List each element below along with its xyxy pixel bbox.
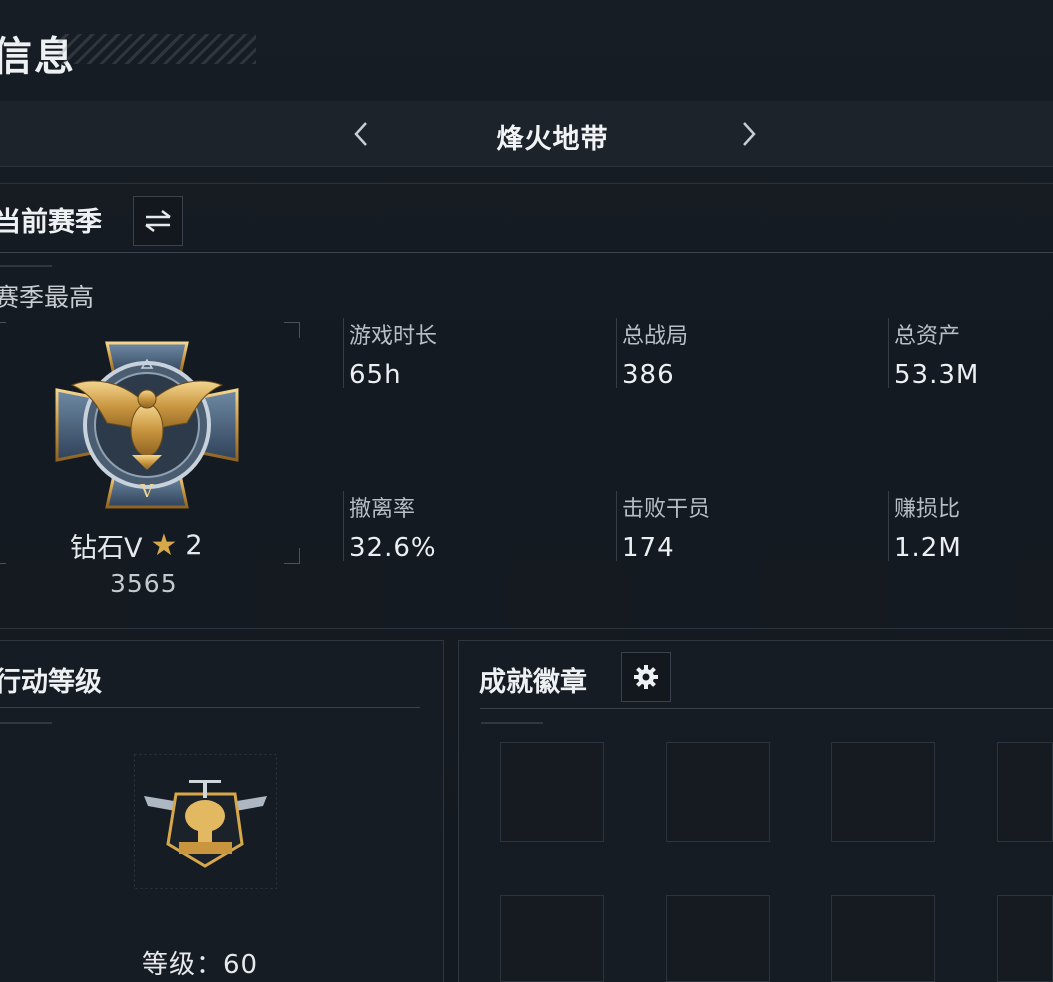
stat-play-time: 游戏时长 65h (343, 318, 543, 408)
decor-line (0, 265, 52, 267)
badge-slot[interactable] (831, 742, 935, 842)
stat-value: 1.2M (894, 533, 962, 563)
season-title: 当前赛季 (0, 207, 102, 238)
stat-label: 总战局 (622, 324, 689, 349)
badge-slot[interactable] (666, 742, 770, 842)
gear-icon (634, 665, 658, 689)
decor-line (0, 722, 52, 724)
mode-selector: 烽火地带 (0, 101, 1053, 167)
rank-title: 钻石V (70, 533, 143, 564)
stat-label: 游戏时长 (349, 324, 438, 349)
panel-divider (480, 708, 1053, 709)
stat-operators-defeated: 击败干员 174 (616, 491, 816, 581)
operation-level-value: 等级：60 (142, 950, 259, 980)
mode-name: 烽火地带 (496, 124, 609, 155)
stat-label: 撤离率 (349, 497, 416, 522)
panel-divider (0, 707, 420, 708)
stat-value: 32.6% (349, 533, 437, 563)
badge-slot[interactable] (500, 895, 604, 982)
badge-slot[interactable] (997, 742, 1053, 842)
achievement-settings-button[interactable] (621, 652, 671, 702)
rank-emblem-icon: V (55, 341, 239, 509)
chevron-right-icon (743, 122, 756, 146)
badge-slot[interactable] (831, 895, 935, 982)
badge-slot[interactable] (997, 895, 1053, 982)
stat-extraction-rate: 撤离率 32.6% (343, 491, 543, 581)
badge-slot[interactable] (666, 895, 770, 982)
star-icon: ★ (150, 528, 178, 563)
season-high-label: 赛季最高 (0, 283, 95, 312)
badge-slot[interactable] (500, 742, 604, 842)
stat-total-assets: 总资产 53.3M (888, 318, 1053, 408)
swap-icon (145, 210, 171, 232)
helicopter-badge-icon (134, 754, 277, 889)
rank-stars: 2 (185, 530, 203, 561)
switch-season-button[interactable] (133, 196, 183, 246)
profile-screen: 信息 烽火地带 当前赛季 赛季最高 V 钻石V ★ 2 3565 游戏时长 65… (0, 0, 1053, 982)
stat-label: 赚损比 (894, 497, 961, 522)
stat-total-matches: 总战局 386 (616, 318, 816, 408)
stat-value: 174 (622, 533, 675, 563)
stat-label: 总资产 (894, 324, 961, 349)
rank-name: 钻石V ★ 2 (70, 526, 203, 565)
stat-profit-loss: 赚损比 1.2M (888, 491, 1053, 581)
stat-value: 386 (622, 360, 675, 390)
achievements-title: 成就徽章 (479, 667, 587, 698)
operation-level-title: 行动等级 (0, 667, 102, 698)
next-mode-button[interactable] (734, 115, 764, 153)
stat-value: 53.3M (894, 360, 980, 390)
stat-value: 65h (349, 360, 402, 390)
rank-score: 3565 (110, 569, 178, 598)
season-divider (0, 252, 1053, 253)
stat-label: 击败干员 (622, 497, 711, 522)
decor-line (481, 722, 543, 724)
title-decoration (58, 34, 256, 64)
svg-text:V: V (140, 481, 155, 502)
